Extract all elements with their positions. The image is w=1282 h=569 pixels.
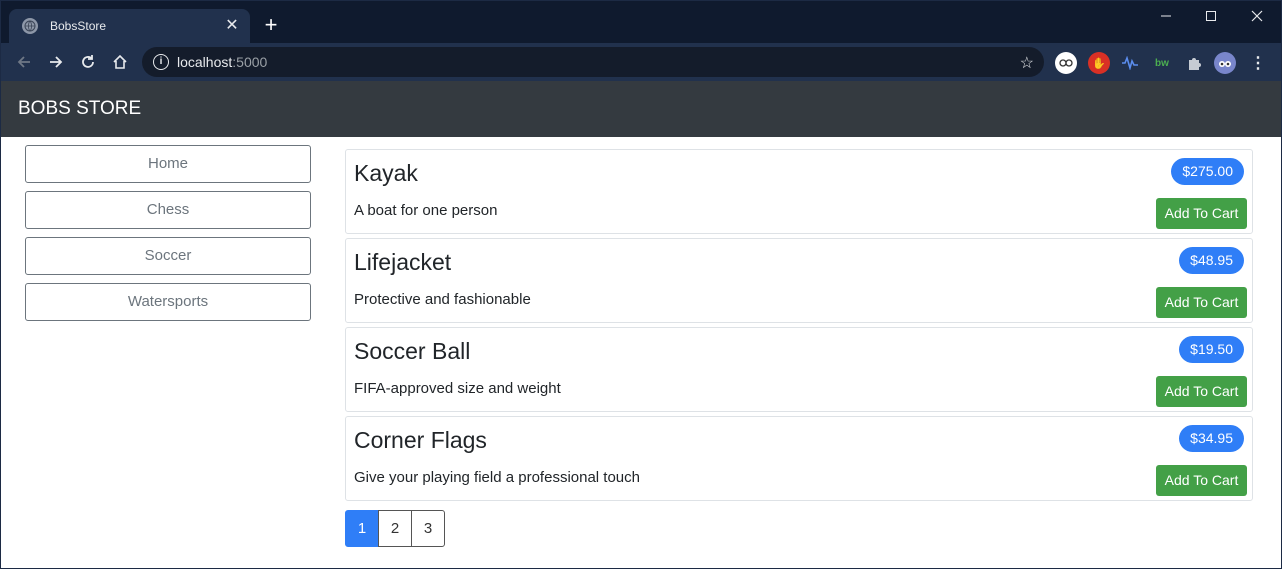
product-card: Corner Flags $34.95 Give your playing fi… xyxy=(345,416,1253,501)
site-brand[interactable]: BOBS STORE xyxy=(18,98,141,120)
browser-toolbar: i localhost :5000 ☆ ✋ bw ⋮ xyxy=(1,43,1281,81)
maximize-icon[interactable] xyxy=(1188,5,1234,27)
new-tab-icon[interactable]: + xyxy=(261,14,281,36)
page-button-1[interactable]: 1 xyxy=(345,510,379,547)
close-tab-icon[interactable]: ✕ xyxy=(224,18,240,34)
store-page: BOBS STORE Home Chess Soccer Watersports… xyxy=(1,81,1281,568)
site-navbar: BOBS STORE xyxy=(1,81,1281,137)
product-name: Kayak xyxy=(354,160,418,186)
pagination: 1 2 3 xyxy=(345,510,445,547)
category-button-chess[interactable]: Chess xyxy=(25,191,311,229)
add-to-cart-button[interactable]: Add To Cart xyxy=(1156,465,1247,496)
back-icon[interactable] xyxy=(13,51,35,73)
page-button-3[interactable]: 3 xyxy=(411,510,445,547)
url-host: localhost xyxy=(177,54,233,70)
browser-window: BobsStore ✕ + i localhost :5000 ☆ ✋ bw ⋮… xyxy=(0,0,1282,569)
price-badge: $19.50 xyxy=(1179,336,1244,363)
extensions-puzzle-icon[interactable] xyxy=(1183,52,1205,74)
product-name: Lifejacket xyxy=(354,249,452,275)
add-to-cart-button[interactable]: Add To Cart xyxy=(1156,198,1247,229)
price-badge: $275.00 xyxy=(1171,158,1244,185)
tab-title: BobsStore xyxy=(50,19,107,33)
extension-owl-icon[interactable] xyxy=(1055,52,1077,74)
extension-bw-icon[interactable]: bw xyxy=(1151,52,1173,74)
home-icon[interactable] xyxy=(109,51,131,73)
add-to-cart-button[interactable]: Add To Cart xyxy=(1156,287,1247,318)
product-description: Give your playing field a professional t… xyxy=(354,469,640,486)
url-port: :5000 xyxy=(232,54,268,70)
price-badge: $48.95 xyxy=(1179,247,1244,274)
product-card: Soccer Ball $19.50 FIFA-approved size an… xyxy=(345,327,1253,412)
address-bar[interactable]: i localhost :5000 ☆ xyxy=(142,47,1044,77)
site-info-icon[interactable]: i xyxy=(153,54,169,70)
reload-icon[interactable] xyxy=(77,51,99,73)
minimize-icon[interactable] xyxy=(1143,5,1189,27)
extension-hand-icon[interactable]: ✋ xyxy=(1088,52,1110,74)
product-card: Kayak $275.00 A boat for one person Add … xyxy=(345,149,1253,234)
category-sidebar: Home Chess Soccer Watersports xyxy=(25,145,311,329)
product-description: A boat for one person xyxy=(354,202,498,219)
category-button-home[interactable]: Home xyxy=(25,145,311,183)
price-badge: $34.95 xyxy=(1179,425,1244,452)
forward-icon[interactable] xyxy=(45,51,67,73)
close-window-icon[interactable] xyxy=(1234,5,1280,27)
extension-wave-icon[interactable] xyxy=(1119,52,1141,74)
browser-menu-icon[interactable]: ⋮ xyxy=(1247,52,1269,74)
add-to-cart-button[interactable]: Add To Cart xyxy=(1156,376,1247,407)
category-button-watersports[interactable]: Watersports xyxy=(25,283,311,321)
product-list: Kayak $275.00 A boat for one person Add … xyxy=(345,149,1253,505)
product-description: Protective and fashionable xyxy=(354,291,531,308)
product-name: Soccer Ball xyxy=(354,338,471,364)
category-button-soccer[interactable]: Soccer xyxy=(25,237,311,275)
browser-tab[interactable]: BobsStore ✕ xyxy=(9,9,250,43)
page-button-2[interactable]: 2 xyxy=(378,510,412,547)
bookmark-star-icon[interactable]: ☆ xyxy=(1020,53,1034,73)
product-name: Corner Flags xyxy=(354,427,487,453)
globe-icon xyxy=(22,18,38,34)
product-card: Lifejacket $48.95 Protective and fashion… xyxy=(345,238,1253,323)
product-description: FIFA-approved size and weight xyxy=(354,380,561,397)
title-bar: BobsStore ✕ + xyxy=(1,1,1281,43)
profile-avatar[interactable] xyxy=(1214,52,1236,74)
